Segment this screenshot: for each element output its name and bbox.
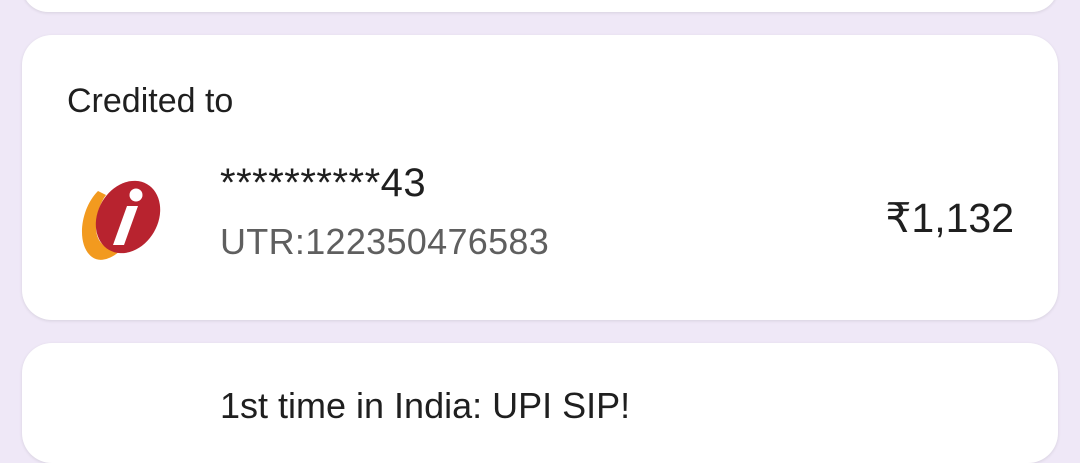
amount: ₹1,132 xyxy=(885,195,1014,241)
previous-card xyxy=(22,0,1058,12)
account-number: **********43 xyxy=(220,161,427,205)
upi-sip-banner-text: 1st time in India: UPI SIP! xyxy=(220,385,631,426)
icici-bank-logo xyxy=(81,180,161,260)
section-title: Credited to xyxy=(67,82,234,120)
upi-sip-card[interactable]: 1st time in India: UPI SIP! xyxy=(22,343,1058,463)
credited-to-card: Credited to **********43 UTR:12235047658… xyxy=(22,35,1058,320)
utr-number: UTR:122350476583 xyxy=(220,221,550,262)
